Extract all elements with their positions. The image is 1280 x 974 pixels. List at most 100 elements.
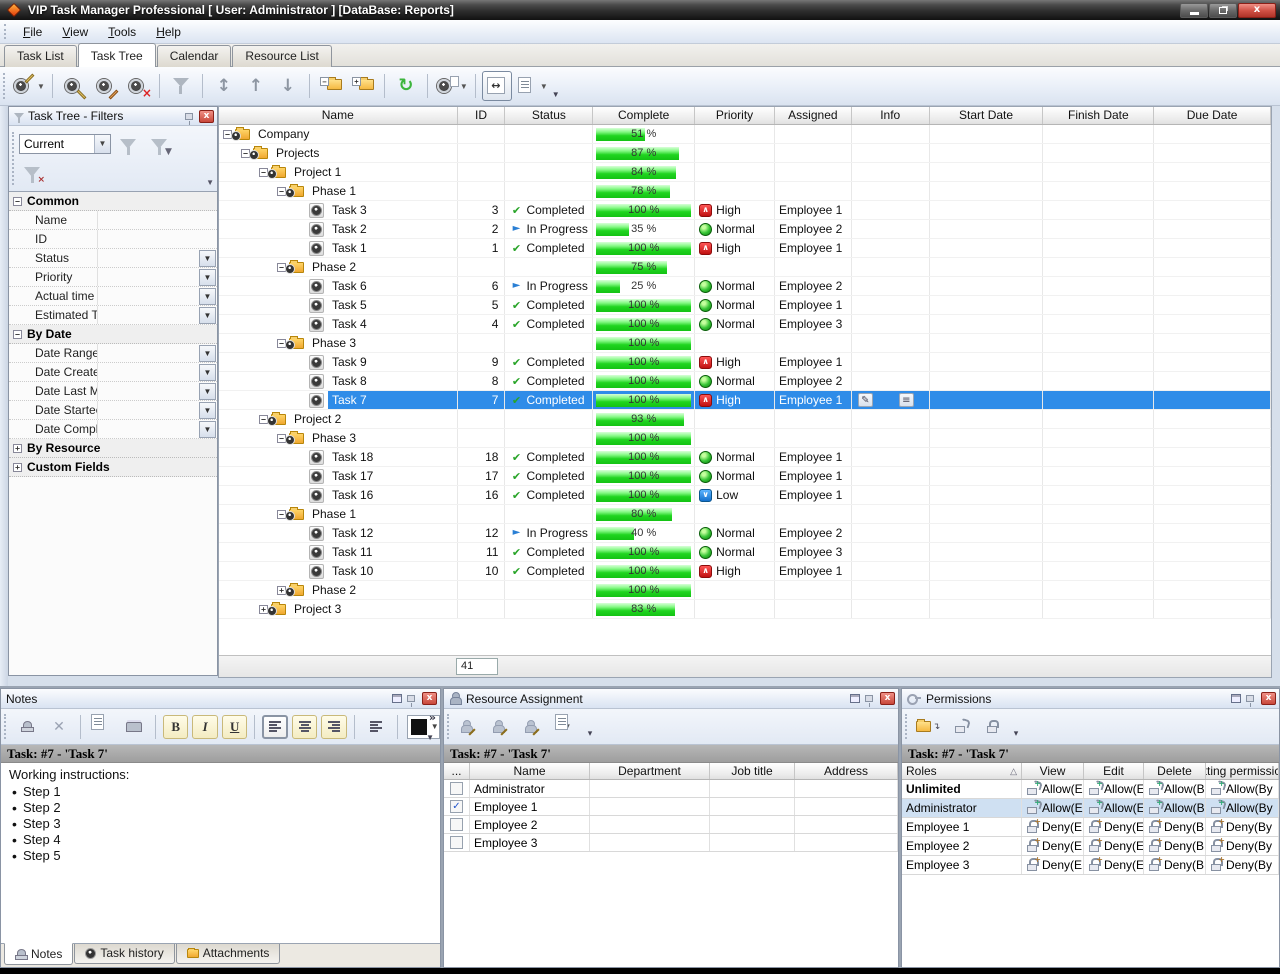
column-header-roles[interactable]: Roles△ — [902, 763, 1022, 779]
group-row[interactable]: −Phase 275 % — [219, 258, 1271, 277]
tab-attachments[interactable]: Attachments — [176, 944, 281, 964]
filter-field-value[interactable] — [97, 344, 198, 362]
column-header-tting-permissic[interactable]: tting permissic — [1206, 763, 1279, 779]
menu-file[interactable]: File — [14, 22, 51, 42]
italic-button[interactable]: I — [192, 715, 217, 739]
menu-tools[interactable]: Tools — [99, 22, 145, 42]
insert-note-button[interactable] — [12, 712, 42, 742]
task-row[interactable]: Task 99✔Completed100 %∧HighEmployee 1 — [219, 353, 1271, 372]
filter-field-value[interactable] — [97, 230, 217, 248]
chevron-down-icon[interactable]: ▼ — [199, 250, 216, 267]
column-header-name[interactable]: Name — [219, 107, 458, 124]
task-row[interactable]: Task 1111✔Completed100 %NormalEmployee 3 — [219, 543, 1271, 562]
group-row[interactable]: −Phase 178 % — [219, 182, 1271, 201]
task-row[interactable]: Task 11✔Completed100 %∧HighEmployee 1 — [219, 239, 1271, 258]
group-row[interactable]: +Phase 2100 % — [219, 581, 1271, 600]
bold-button[interactable]: B — [163, 715, 188, 739]
apply-filter-button[interactable] — [115, 132, 141, 156]
resource-row[interactable]: Employee 3 — [444, 834, 898, 852]
align-center-button[interactable] — [292, 715, 317, 739]
menu-view[interactable]: View — [53, 22, 97, 42]
notes-toolbar-more[interactable]: » — [429, 712, 436, 723]
filter-field-value[interactable] — [97, 420, 198, 438]
grid-report-button[interactable]: ▼ — [514, 71, 549, 101]
group-row[interactable]: −Phase 3100 % — [219, 334, 1271, 353]
filter-field-value[interactable] — [97, 363, 198, 381]
underline-button[interactable]: U — [222, 715, 247, 739]
filter-field-value[interactable] — [97, 382, 198, 400]
resource-panel-close-button[interactable]: x — [880, 692, 895, 705]
deny-permission-button[interactable] — [977, 712, 1007, 742]
group-row[interactable]: −Project 293 % — [219, 410, 1271, 429]
task-row[interactable]: Task 44✔Completed100 %NormalEmployee 3 — [219, 315, 1271, 334]
task-row[interactable]: Task 55✔Completed100 %NormalEmployee 1 — [219, 296, 1271, 315]
resource-row[interactable]: ✓Employee 1 — [444, 798, 898, 816]
filter-field-value[interactable] — [97, 249, 198, 267]
checkbox-unchecked[interactable] — [450, 782, 463, 795]
new-task-button[interactable]: ▼ — [11, 71, 46, 101]
checkbox-unchecked[interactable] — [450, 836, 463, 849]
align-left-button[interactable] — [262, 715, 288, 739]
restore-panel-icon[interactable] — [392, 694, 402, 703]
assign-resource-button[interactable] — [455, 712, 485, 742]
filter-field-value[interactable] — [97, 211, 217, 229]
column-header-status[interactable]: Status — [505, 107, 593, 124]
group-row[interactable]: −Phase 180 % — [219, 505, 1271, 524]
resource-row[interactable]: Employee 2 — [444, 816, 898, 834]
filter-section-by-date[interactable]: −By Date — [9, 325, 217, 344]
notes-content[interactable]: Working instructions: Step 1Step 2Step 3… — [1, 763, 440, 943]
checkbox-unchecked[interactable] — [450, 818, 463, 831]
collapse-all-button[interactable]: − — [316, 71, 346, 101]
tab-task-history[interactable]: Task history — [74, 944, 174, 964]
column-header-priority[interactable]: Priority — [695, 107, 775, 124]
column-header-assigned[interactable]: Assigned — [775, 107, 852, 124]
task-row[interactable]: Task 33✔Completed100 %∧HighEmployee 1 — [219, 201, 1271, 220]
filter-section-by-resource[interactable]: +By Resource — [9, 439, 217, 458]
toolbar-overflow-button[interactable]: ▼ — [551, 85, 575, 103]
move-task-up-button[interactable]: ↑ — [241, 71, 271, 101]
task-row[interactable]: Task 88✔Completed100 %NormalEmployee 2 — [219, 372, 1271, 391]
group-row[interactable]: −Project 184 % — [219, 163, 1271, 182]
move-task-down-button[interactable]: ↓ — [273, 71, 303, 101]
restore-panel-icon[interactable] — [1231, 694, 1241, 703]
move-task-updown-button[interactable]: ↕ — [209, 71, 239, 101]
chevron-down-icon[interactable]: ▼ — [199, 383, 216, 400]
column-header-name[interactable]: Name — [470, 763, 590, 779]
new-subtask-button[interactable] — [59, 71, 89, 101]
align-right-button[interactable] — [321, 715, 346, 739]
checkbox-checked[interactable]: ✓ — [450, 800, 463, 813]
filter-field-value[interactable] — [97, 306, 198, 324]
filter-field-value[interactable] — [97, 287, 198, 305]
chevron-down-icon[interactable]: ▼ — [199, 307, 216, 324]
expand-icon[interactable]: + — [13, 463, 22, 472]
chevron-down-icon[interactable]: ▼ — [199, 269, 216, 286]
permissions-panel-close-button[interactable]: x — [1261, 692, 1276, 705]
clear-filter-button[interactable]: × — [19, 160, 45, 184]
task-row[interactable]: Task 1717✔Completed100 %NormalEmployee 1 — [219, 467, 1271, 486]
copy-permissions-button[interactable]: ↴ — [913, 712, 943, 742]
column-header-edit[interactable]: Edit — [1084, 763, 1144, 779]
tab-resource-list[interactable]: Resource List — [232, 45, 331, 67]
task-row[interactable]: Task 1212►In Progress40 %NormalEmployee … — [219, 524, 1271, 543]
permission-row[interactable]: Employee 1+Deny(E+Deny(E+Deny(B+Deny(By — [902, 818, 1279, 837]
print-button[interactable] — [119, 712, 149, 742]
filter-field-value[interactable] — [97, 268, 198, 286]
restore-button[interactable] — [1209, 3, 1237, 18]
task-row[interactable]: Task 1010✔Completed100 %∧HighEmployee 1 — [219, 562, 1271, 581]
chevron-down-icon[interactable]: ▼ — [199, 345, 216, 362]
column-header-complete[interactable]: Complete — [593, 107, 695, 124]
group-row[interactable]: −Projects87 % — [219, 144, 1271, 163]
permission-row[interactable]: Employee 3+Deny(E+Deny(E+Deny(B+Deny(By — [902, 856, 1279, 875]
filter-panel-close-button[interactable]: x — [199, 110, 214, 123]
restore-panel-icon[interactable] — [850, 694, 860, 703]
column-header-info[interactable]: Info — [852, 107, 930, 124]
pin-icon[interactable] — [185, 113, 193, 120]
column-header-checkbox[interactable]: ... — [444, 763, 470, 779]
tab-notes[interactable]: Notes — [4, 943, 73, 965]
filter-tasks-button[interactable] — [166, 71, 196, 101]
tab-calendar[interactable]: Calendar — [157, 45, 232, 67]
permission-row[interactable]: Employee 2+Deny(E+Deny(E+Deny(B+Deny(By — [902, 837, 1279, 856]
group-row[interactable]: −Phase 3100 % — [219, 429, 1271, 448]
filter-toolbar-overflow[interactable]: ▼ — [206, 178, 214, 187]
task-row[interactable]: Task 1616✔Completed100 %∨LowEmployee 1 — [219, 486, 1271, 505]
